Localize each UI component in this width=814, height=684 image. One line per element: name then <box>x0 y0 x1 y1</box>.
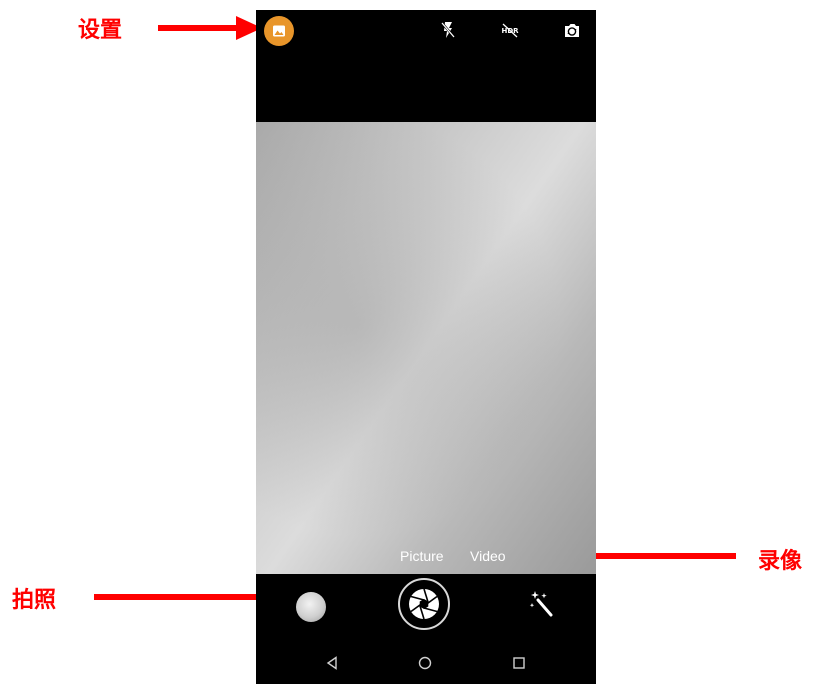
annotation-settings-label: 设置 <box>78 18 123 43</box>
arrow-to-settings <box>158 16 262 40</box>
annotation-record-video-label: 录像 <box>758 549 803 574</box>
camera-app-screen: HDR Picture Video <box>256 10 596 684</box>
magic-wand-icon <box>529 591 553 617</box>
switch-camera-button[interactable] <box>561 19 583 41</box>
camera-viewfinder[interactable] <box>256 122 596 574</box>
camera-top-bar: HDR <box>256 10 596 50</box>
mode-video-tab[interactable]: Video <box>470 548 506 564</box>
android-navigation-bar <box>256 642 596 684</box>
camera-switch-icon <box>565 24 579 37</box>
gallery-settings-button[interactable] <box>264 16 294 46</box>
camera-controls-bar <box>256 574 596 638</box>
shutter-icon <box>409 588 439 620</box>
annotation-take-photo-label: 拍照 <box>12 588 57 613</box>
home-circle-icon[interactable] <box>417 655 433 671</box>
shutter-button[interactable] <box>398 578 450 630</box>
capture-mode-selector: Picture Video <box>256 544 596 568</box>
hdr-toggle-button[interactable]: HDR <box>499 19 521 41</box>
back-triangle-icon[interactable] <box>324 655 340 671</box>
hdr-off-icon: HDR <box>501 23 519 38</box>
effects-button[interactable] <box>528 586 556 622</box>
recent-square-icon[interactable] <box>511 655 527 671</box>
image-icon <box>273 25 285 37</box>
mode-picture-tab[interactable]: Picture <box>400 548 444 564</box>
flash-off-icon <box>441 22 455 38</box>
last-photo-thumbnail[interactable] <box>296 592 326 622</box>
flash-toggle-button[interactable] <box>437 19 459 41</box>
